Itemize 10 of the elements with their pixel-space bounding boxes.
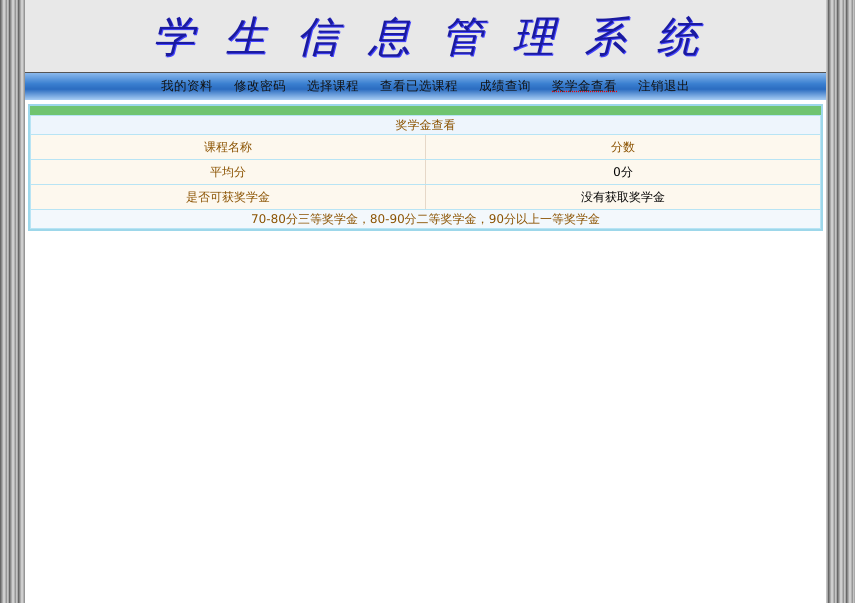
scholarship-note: 70-80分三等奖学金，80-90分二等奖学金，90分以上一等奖学金 <box>30 210 820 228</box>
nav-link[interactable]: 修改密码 <box>234 77 286 96</box>
nav-link[interactable]: 我的资料 <box>161 77 213 96</box>
system-title: 学生信息管理系统 <box>152 10 728 62</box>
nav-link[interactable]: 选择课程 <box>307 77 359 96</box>
nav-link[interactable]: 奖学金查看 <box>552 77 617 96</box>
panel-title: 奖学金查看 <box>30 116 820 134</box>
nav-link[interactable]: 查看已选课程 <box>380 77 458 96</box>
nav-link[interactable]: 成绩查询 <box>479 77 531 96</box>
nav-link[interactable]: 注销退出 <box>638 77 690 96</box>
